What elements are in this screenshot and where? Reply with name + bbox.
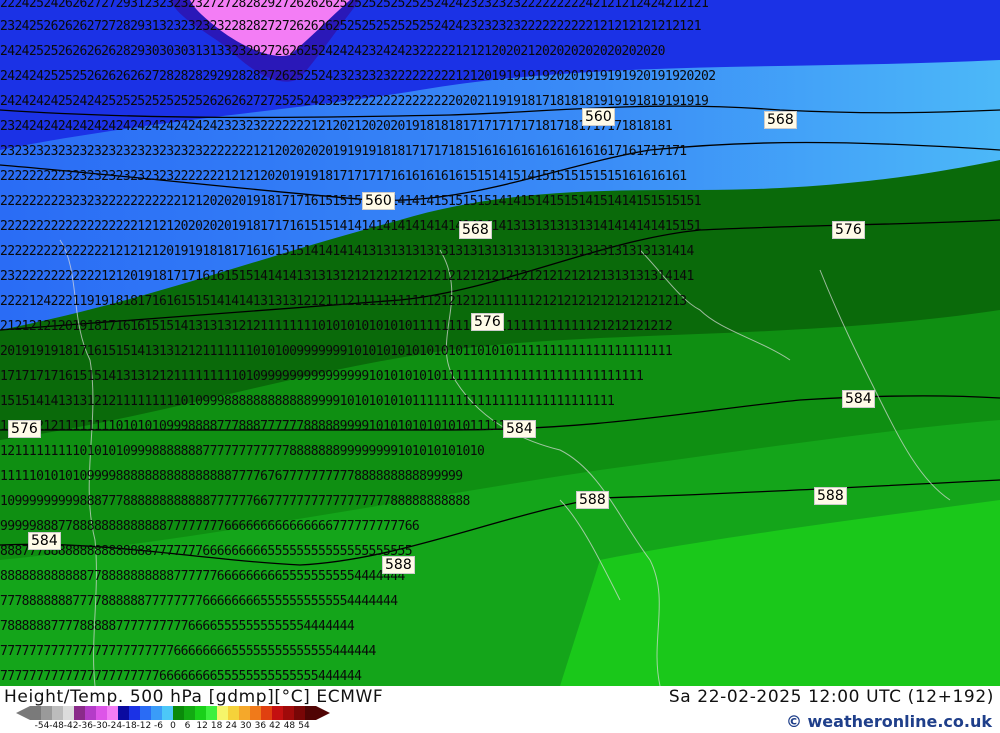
grid-row: 2222222223232323232323232222222121212020… <box>0 169 687 184</box>
grid-row: 8888888888887788888888887777776666666665… <box>0 569 405 584</box>
contour-label: 588 <box>576 491 609 509</box>
grid-row: 9999988877888888888888877777777666666666… <box>0 519 420 534</box>
grid-row: 7778888888777788888877777777666666665555… <box>0 594 398 609</box>
legend-swatch <box>272 706 283 720</box>
grid-row: 2222222222222221212121201919181817161615… <box>0 244 694 259</box>
legend-swatch <box>195 706 206 720</box>
contour-label: 588 <box>382 556 415 574</box>
contour-label: 568 <box>764 111 797 129</box>
grid-row: 2224252426262727293123232323272728282927… <box>0 0 709 11</box>
legend-swatch <box>283 706 294 720</box>
legend-swatch <box>41 706 52 720</box>
legend-tick-label: 24 <box>225 721 237 731</box>
contour-label: 560 <box>582 108 615 126</box>
grid-row: 2424242525252626262627282828292928282726… <box>0 69 716 84</box>
legend-swatch <box>305 706 316 720</box>
legend-tick-label: 54 <box>298 721 310 731</box>
grid-row: 2323232323232323232323232323222222212120… <box>0 144 687 159</box>
site-credit-link[interactable]: © weatheronline.co.uk <box>786 712 992 731</box>
legend-swatch <box>162 706 173 720</box>
legend-tick-label: 6 <box>184 721 191 731</box>
grid-row: 1312121211111111010101099988887778887777… <box>0 419 521 434</box>
legend-tick-label: 42 <box>269 721 281 731</box>
grid-row: 2424252526262626282930303031313323292726… <box>0 44 665 59</box>
weather-map: 2224252426262727293123232323272728282927… <box>0 0 1000 686</box>
legend-swatch <box>239 706 250 720</box>
grid-row: 8887778888888888888887777777666666666555… <box>0 544 413 559</box>
grid-row: 2424242425242425252525252525262626272725… <box>0 94 709 109</box>
legend-swatch <box>261 706 272 720</box>
legend-swatch <box>217 706 228 720</box>
contour-label: 568 <box>459 221 492 239</box>
grid-row: 7777777777777777777777666666665555555555… <box>0 669 362 684</box>
grid-row: 2222222223232322222222222121202020191817… <box>0 194 702 209</box>
legend-tick-label: 18 <box>210 721 223 731</box>
legend-tick-label: -6 <box>153 721 163 731</box>
grid-row: 2324252626262727282931323232323228282727… <box>0 19 702 34</box>
contour-label: 560 <box>362 192 395 210</box>
legend-tick-label: -36 <box>78 721 94 731</box>
grid-row: 7777777777777777777777776666666655555555… <box>0 644 376 659</box>
legend-swatch <box>294 706 305 720</box>
grid-row: 7888888777788888777777777766665555555555… <box>0 619 355 634</box>
legend-swatch <box>118 706 129 720</box>
grid-row: 1211111111101010109998888888777777777777… <box>0 444 485 459</box>
legend-tick-label: -48 <box>49 721 64 731</box>
legend-swatch <box>140 706 151 720</box>
forecast-datetime: Sa 22-02-2025 12:00 UTC (12+192) <box>668 687 994 707</box>
legend-swatch <box>107 706 118 720</box>
legend-swatch <box>228 706 239 720</box>
contour-label: 584 <box>842 390 875 408</box>
legend-tick-label: -24 <box>107 721 123 731</box>
legend-swatch <box>129 706 140 720</box>
legend-tick-label: -42 <box>63 721 79 731</box>
map-title: Height/Temp. 500 hPa [gdmp][°C] ECMWF <box>4 687 384 707</box>
legend-swatch <box>52 706 63 720</box>
legend-swatch <box>85 706 96 720</box>
legend-swatch <box>151 706 162 720</box>
legend-swatch <box>250 706 261 720</box>
grid-row: 2324242424242424242424242424242323232222… <box>0 119 673 134</box>
legend-tick-label: -18 <box>121 721 137 731</box>
legend-tick-label: 0 <box>170 721 176 731</box>
grid-row: 2019191918171615151413131212111111101010… <box>0 344 673 359</box>
legend-arrow-left-icon <box>16 706 30 720</box>
legend-tick-label: -54 <box>34 721 50 731</box>
legend-tick-label: 36 <box>254 721 267 731</box>
legend-tick-label: -30 <box>92 721 108 731</box>
contour-label: 576 <box>832 221 865 239</box>
contour-label: 576 <box>8 420 41 438</box>
contour-label: 584 <box>503 420 536 438</box>
legend-tick-label: -12 <box>136 721 152 731</box>
legend-swatch <box>30 706 41 720</box>
legend-tick-label: 30 <box>240 721 252 731</box>
legend-swatch <box>63 706 74 720</box>
legend-tick-label: 48 <box>283 721 296 731</box>
legend-swatch <box>184 706 195 720</box>
grid-row: 2322222222222212120191817171616151514141… <box>0 269 694 284</box>
grid-row: 1111101010109999888888888888888877776767… <box>0 469 463 484</box>
grid-row: 1099999999988877788888888888877777766777… <box>0 494 470 509</box>
legend-swatch <box>206 706 217 720</box>
grid-row: 1717171716151514131312121111111110109999… <box>0 369 644 384</box>
contour-label: 576 <box>471 313 504 331</box>
grid-row: 2222124222119191818171616151514141413131… <box>0 294 687 309</box>
legend-swatch <box>74 706 85 720</box>
legend-swatch <box>96 706 107 720</box>
legend-swatch <box>173 706 184 720</box>
contour-label: 588 <box>814 487 847 505</box>
legend-arrow-right-icon <box>316 706 330 720</box>
map-footer: Height/Temp. 500 hPa [gdmp][°C] ECMWF Sa… <box>0 686 1000 733</box>
temperature-legend-bar <box>16 706 330 720</box>
contour-label: 584 <box>28 532 61 550</box>
legend-tick-label: 12 <box>196 721 208 731</box>
